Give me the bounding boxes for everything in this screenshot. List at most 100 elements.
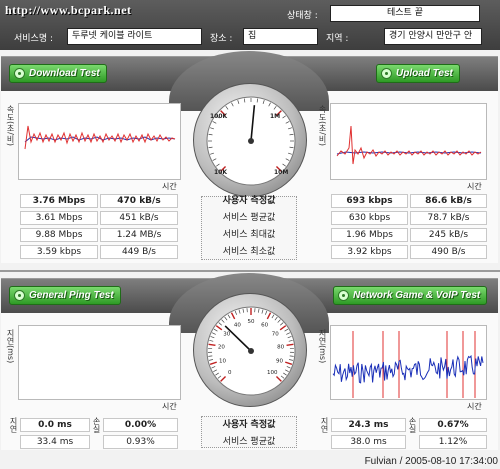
download-bits-min: 3.59 kbps	[20, 245, 98, 259]
download-bytes-max: 1.24 MB/s	[100, 228, 178, 242]
upload-bytes-user: 86.6 kB/s	[410, 194, 487, 208]
ping-gauge-face: 010 20 30 40 50 60 70 80 90 100	[206, 306, 296, 396]
upload-y-axis-label: 속도(초/비)	[318, 105, 327, 146]
download-x-axis-label: 시간	[162, 182, 177, 191]
game-x-axis-label: 시간	[467, 402, 482, 411]
place-label: 장소 :	[210, 34, 233, 44]
ping-loss-avg: 0.93%	[103, 435, 178, 449]
download-graph	[18, 103, 181, 180]
ping-latency-avg: 33.4 ms	[20, 435, 90, 449]
game-latency-user: 24.3 ms	[331, 418, 406, 432]
ping-gauge-label: 80	[277, 344, 284, 350]
service-label: 서비스명 :	[14, 34, 54, 44]
footer-credit: Fulvian / 2005-08-10 17:34:00	[364, 456, 498, 467]
game-latency-side-label: 지연	[320, 417, 329, 433]
upload-bits-user: 693 kbps	[331, 194, 408, 208]
region-label: 지역 :	[326, 34, 349, 44]
upload-bytes-min: 490 B/s	[410, 245, 487, 259]
ping-row-user: 사용자 측정값	[222, 420, 276, 430]
ping-gauge-label: 0	[228, 370, 232, 376]
download-bits-max: 9.88 Mbps	[20, 228, 98, 242]
ping-latency-side-label: 지연	[9, 417, 18, 433]
status-field: 테스트 끝	[330, 5, 480, 22]
ping-latency-user: 0.0 ms	[20, 418, 90, 432]
status-label: 상태창 :	[287, 11, 318, 21]
ping-gauge-label: 100	[267, 370, 278, 376]
upload-bytes-avg: 78.7 kB/s	[410, 211, 487, 225]
header-bar: http://www.bcpark.net 상태창 : 테스트 끝 서비스명 :…	[0, 0, 500, 50]
upload-bits-avg: 630 kbps	[331, 211, 408, 225]
speed-test-window: http://www.bcpark.net 상태창 : 테스트 끝 서비스명 :…	[0, 0, 500, 469]
gauge-tick	[289, 355, 294, 357]
game-latency-avg: 38.0 ms	[331, 435, 406, 449]
game-latency-line	[332, 354, 484, 384]
stat-row-min: 서비스 최소값	[222, 247, 276, 257]
download-indicator-icon	[14, 68, 25, 79]
ping-gauge-label: 60	[261, 322, 268, 328]
download-gauge-hub	[248, 138, 254, 144]
region-field[interactable]: 경기 안양시 만안구 안	[384, 28, 482, 45]
game-graph	[330, 325, 487, 400]
ping-gauge-label: 50	[248, 319, 255, 325]
ping-x-axis-label: 시간	[162, 402, 177, 411]
ping-panel: General Ping Test Network Game & VoIP Te…	[1, 273, 498, 450]
ping-gauge-label: 70	[272, 331, 279, 337]
game-loss-avg: 1.12%	[419, 435, 487, 449]
upload-bits-max: 1.96 Mbps	[331, 228, 408, 242]
place-field[interactable]: 집	[243, 28, 318, 45]
download-speed-gauge: 10K 100K 1M 10M	[193, 83, 307, 197]
ping-test-button[interactable]: General Ping Test	[9, 286, 121, 305]
ping-indicator-icon	[14, 290, 25, 301]
gauge-tick	[208, 355, 213, 357]
upload-test-label: Upload Test	[396, 68, 453, 79]
ping-test-label: General Ping Test	[29, 290, 114, 301]
download-bytes-user: 470 kB/s	[100, 194, 178, 208]
upload-test-button[interactable]: Upload Test	[376, 64, 460, 83]
game-indicator-icon	[338, 290, 349, 301]
upload-bytes-max: 245 kB/s	[410, 228, 487, 242]
download-bits-avg: 3.61 Mbps	[20, 211, 98, 225]
ping-gauge-hub	[248, 348, 254, 354]
download-y-axis-label: 속도(초/비)	[6, 105, 15, 146]
game-voip-test-button[interactable]: Network Game & VoIP Test	[333, 286, 488, 305]
ping-loss-side-label: 손실	[92, 417, 101, 433]
download-gauge-label-10k: 10K	[214, 169, 227, 176]
ping-y-axis-label: 지연(ms)	[6, 329, 15, 364]
game-loss-side-label: 손실	[408, 417, 417, 433]
upload-indicator-icon	[381, 68, 392, 79]
stat-row-user: 사용자 측정값	[222, 196, 276, 206]
game-loss-user: 0.67%	[419, 418, 487, 432]
ping-gauge-label: 40	[234, 322, 241, 328]
ping-gauge: 0 10 20 30 40 50 60 70 80 90 100	[193, 293, 307, 407]
game-voip-test-label: Network Game & VoIP Test	[353, 290, 481, 301]
ping-gauge-label: 30	[223, 331, 230, 337]
download-bytes-avg: 451 kB/s	[100, 211, 178, 225]
ping-gauge-label: 90	[276, 358, 283, 364]
service-field[interactable]: 두루넷 케이블 라이트	[67, 28, 202, 45]
download-gauge-label-100k: 100K	[210, 113, 228, 120]
download-bytes-min: 449 B/s	[100, 245, 178, 259]
speed-panel: Download Test Upload Test 속도(초/비) 시간 10K…	[1, 51, 498, 263]
ping-gauge-label: 10	[219, 358, 226, 364]
upload-graph-plot	[336, 125, 482, 165]
ping-gauge-label: 20	[218, 344, 225, 350]
ping-loss-user: 0.00%	[103, 418, 178, 432]
download-test-button[interactable]: Download Test	[9, 64, 107, 83]
download-gauge-face: 10K 100K 1M 10M	[206, 96, 296, 186]
download-graph-plot	[24, 125, 176, 150]
ping-row-avg: 서비스 평균값	[222, 437, 276, 447]
game-y-axis-label: 지연(ms)	[318, 329, 327, 364]
download-bits-user: 3.76 Mbps	[20, 194, 98, 208]
download-gauge-label-1m: 1M	[270, 113, 280, 120]
download-test-label: Download Test	[29, 68, 100, 79]
stat-row-avg: 서비스 평균값	[222, 213, 276, 223]
upload-graph	[330, 103, 487, 180]
upload-x-axis-label: 시간	[467, 182, 482, 191]
site-url: http://www.bcpark.net	[5, 3, 132, 17]
game-graph-plot	[332, 331, 484, 398]
upload-bits-min: 3.92 kbps	[331, 245, 408, 259]
panel-divider	[0, 270, 500, 272]
ping-graph	[18, 325, 181, 400]
stat-row-max: 서비스 최대값	[222, 230, 276, 240]
download-gauge-label-10m: 10M	[274, 169, 288, 176]
